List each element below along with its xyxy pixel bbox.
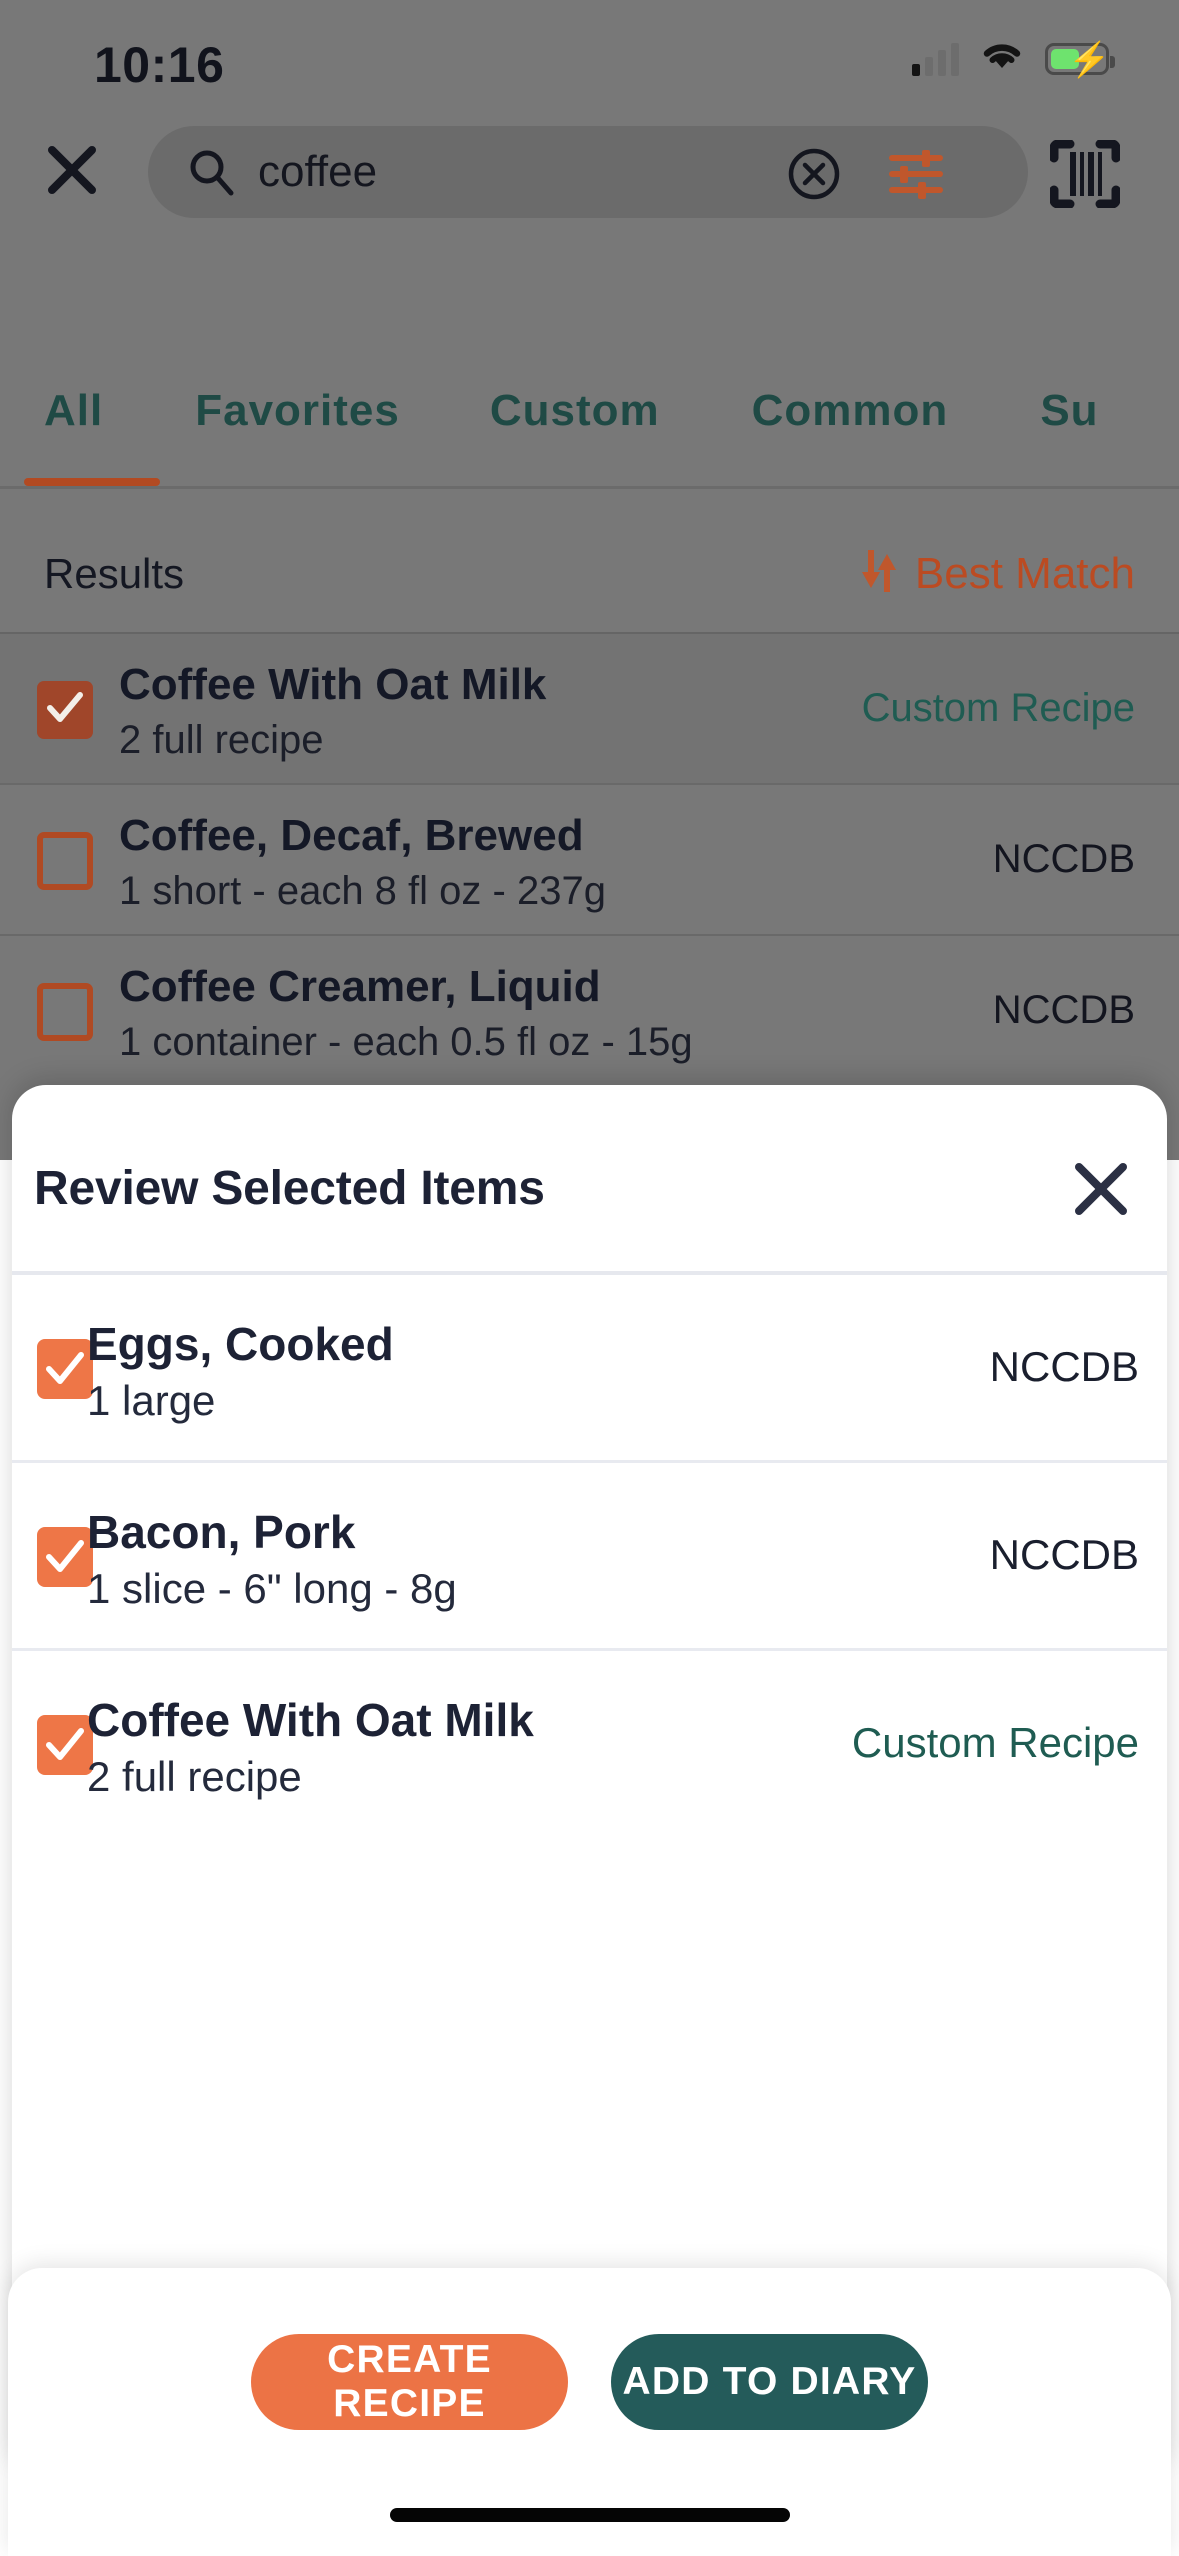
- item-checkbox[interactable]: [37, 1715, 93, 1775]
- list-item[interactable]: Coffee With Oat Milk 2 full recipe Custo…: [12, 1651, 1167, 1839]
- tab-favorites[interactable]: Favorites: [195, 386, 400, 436]
- result-source: Custom Recipe: [861, 686, 1135, 730]
- check-icon: [46, 1349, 84, 1389]
- search-field[interactable]: coffee: [148, 126, 1028, 218]
- item-serving: 1 large: [87, 1377, 216, 1424]
- result-name: Coffee Creamer, Liquid: [119, 962, 601, 1011]
- item-checkbox[interactable]: [37, 1339, 93, 1399]
- result-serving: 1 short - each 8 fl oz - 237g: [119, 869, 606, 913]
- close-icon[interactable]: [44, 142, 100, 198]
- status-bar-clock: 10:16: [94, 37, 225, 93]
- item-source: Custom Recipe: [851, 1719, 1139, 1766]
- search-icon: [188, 148, 236, 196]
- app-screen: 10:16 ⚡ coffee All Favorites Custom Comm…: [0, 0, 1179, 2556]
- sort-label: Best Match: [914, 548, 1135, 598]
- item-source: NCCDB: [989, 1343, 1139, 1390]
- item-name: Eggs, Cooked: [87, 1318, 394, 1370]
- item-name: Bacon, Pork: [87, 1506, 356, 1558]
- item-serving: 1 slice - 6" long - 8g: [87, 1565, 457, 1612]
- check-icon: [46, 1725, 84, 1765]
- result-source: NCCDB: [992, 837, 1135, 881]
- result-name: Coffee, Decaf, Brewed: [119, 811, 584, 860]
- list-item[interactable]: Eggs, Cooked 1 large NCCDB: [12, 1275, 1167, 1463]
- clear-circle-icon[interactable]: [788, 148, 840, 200]
- result-checkbox[interactable]: [37, 681, 93, 739]
- active-tab-indicator: [24, 478, 160, 486]
- search-result-row[interactable]: Coffee With Oat Milk 2 full recipe Custo…: [0, 632, 1179, 783]
- results-label: Results: [44, 550, 185, 597]
- item-name: Coffee With Oat Milk: [87, 1694, 534, 1746]
- tab-all[interactable]: All: [44, 386, 103, 436]
- barcode-scanner-icon[interactable]: [1049, 139, 1121, 209]
- result-checkbox[interactable]: [37, 983, 93, 1041]
- item-source: NCCDB: [989, 1531, 1139, 1578]
- cellular-signal-icon: [912, 42, 959, 76]
- search-bar-row: coffee: [0, 126, 1179, 218]
- results-header-row: Results Best Match: [0, 540, 1179, 618]
- create-recipe-button[interactable]: CREATE RECIPE: [251, 2334, 568, 2430]
- item-serving: 2 full recipe: [87, 1753, 302, 1800]
- search-result-row[interactable]: Coffee Creamer, Liquid 1 container - eac…: [0, 934, 1179, 1085]
- result-serving: 2 full recipe: [119, 718, 324, 762]
- sort-arrows-icon: [857, 544, 901, 603]
- wifi-icon: [981, 40, 1023, 77]
- sheet-header: Review Selected Items: [12, 1085, 1167, 1271]
- status-bar: 10:16 ⚡: [0, 0, 1179, 118]
- tab-suggested[interactable]: Su: [1040, 386, 1098, 436]
- list-item[interactable]: Bacon, Pork 1 slice - 6" long - 8g NCCDB: [12, 1463, 1167, 1651]
- sort-button[interactable]: Best Match: [857, 544, 1135, 603]
- result-name: Coffee With Oat Milk: [119, 660, 547, 709]
- status-bar-icons: ⚡: [912, 40, 1115, 77]
- tabs-divider: [0, 486, 1179, 489]
- search-input-value[interactable]: coffee: [258, 146, 377, 198]
- check-icon: [47, 689, 83, 727]
- result-source: NCCDB: [992, 988, 1135, 1032]
- filter-sliders-icon[interactable]: [888, 146, 944, 202]
- action-buttons: CREATE RECIPE ADD TO DIARY: [8, 2334, 1171, 2430]
- category-tabs: All Favorites Custom Common Su: [0, 386, 1179, 464]
- selected-items-list: Eggs, Cooked 1 large NCCDB Bacon, Pork 1…: [12, 1275, 1167, 1839]
- home-indicator: [389, 2508, 790, 2522]
- item-checkbox[interactable]: [37, 1527, 93, 1587]
- search-result-row[interactable]: Coffee, Decaf, Brewed 1 short - each 8 f…: [0, 783, 1179, 934]
- tab-common[interactable]: Common: [752, 386, 949, 436]
- close-icon[interactable]: [1069, 1157, 1133, 1221]
- dimmed-search-screen: 10:16 ⚡ coffee All Favorites Custom Comm…: [0, 0, 1179, 1160]
- check-icon: [46, 1537, 84, 1577]
- result-serving: 1 container - each 0.5 fl oz - 15g: [119, 1020, 693, 1064]
- review-selected-items-sheet: Review Selected Items Eggs, Cooked 1 lar…: [12, 1085, 1167, 2465]
- sheet-title: Review Selected Items: [34, 1162, 545, 1215]
- tab-custom[interactable]: Custom: [490, 386, 660, 436]
- result-checkbox[interactable]: [37, 832, 93, 890]
- battery-charging-icon: ⚡: [1045, 42, 1115, 77]
- add-to-diary-button[interactable]: ADD TO DIARY: [611, 2334, 928, 2430]
